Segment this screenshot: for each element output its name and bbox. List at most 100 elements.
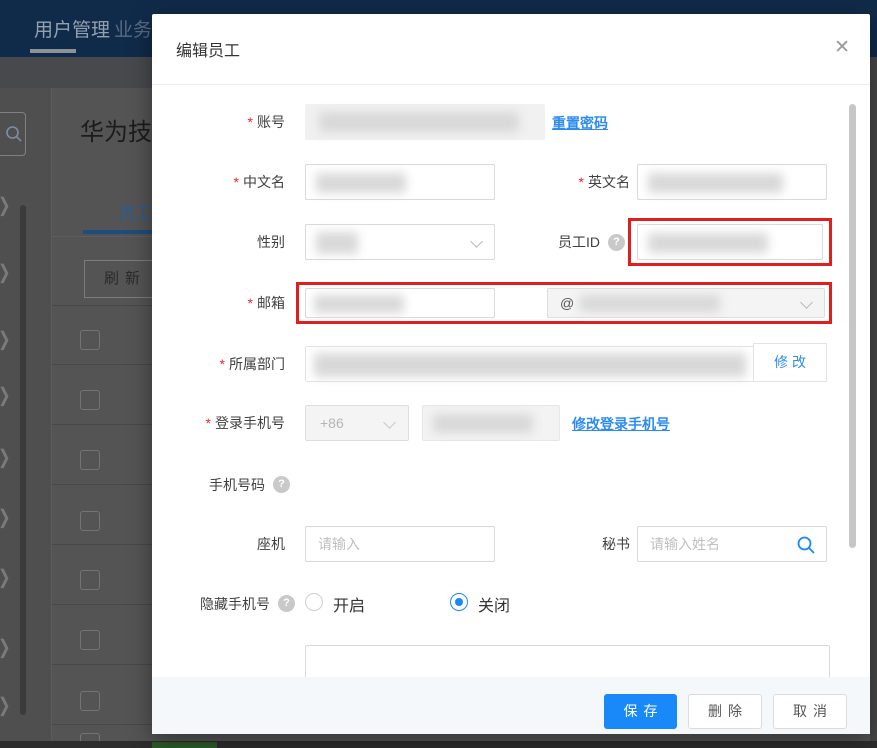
radio-off-label[interactable]: 关闭 xyxy=(478,592,510,616)
email-label: *邮箱 xyxy=(152,285,285,321)
table-row-divider xyxy=(52,305,152,306)
dialog-scrollbar[interactable] xyxy=(849,104,856,548)
row-checkbox[interactable] xyxy=(80,630,100,650)
tree-expand-chevron-icon[interactable]: ❯ xyxy=(0,260,11,283)
gender-value-redacted xyxy=(316,232,358,254)
table-row-divider xyxy=(52,724,152,725)
english-name-label: *英文名 xyxy=(497,164,630,200)
tab-active-underline xyxy=(83,230,152,234)
account-label: *账号 xyxy=(152,104,285,140)
screen: 用户管理 业务 ❯ ❯ ❯ ❯ ❯ ❯ ❯ ❯ ❯ 华为技 员工 刷新 编辑员工 ✕ *账号 xyxy=(0,0,877,748)
table-row-divider xyxy=(52,484,152,485)
reset-password-link[interactable]: 重置密码 xyxy=(552,113,608,133)
chevron-down-icon xyxy=(470,235,483,248)
help-icon[interactable]: ? xyxy=(608,234,625,251)
chevron-down-icon xyxy=(383,416,396,429)
email-local-value-redacted xyxy=(314,295,404,313)
table-row-divider xyxy=(52,664,152,665)
tree-expand-chevron-icon[interactable]: ❯ xyxy=(0,193,11,216)
page-title: 华为技 xyxy=(80,112,152,147)
secretary-label: 秘书 xyxy=(497,526,630,562)
country-code-select[interactable]: +86 xyxy=(305,405,409,441)
account-field xyxy=(305,104,545,140)
table-row-divider xyxy=(52,364,152,365)
radio-on-label[interactable]: 开启 xyxy=(333,592,365,616)
modify-login-phone-link[interactable]: 修改登录手机号 xyxy=(572,414,670,434)
required-mark: * xyxy=(248,295,253,311)
tree-expand-chevron-icon[interactable]: ❯ xyxy=(0,383,11,406)
tree-expand-chevron-icon[interactable]: ❯ xyxy=(0,693,11,716)
help-icon[interactable]: ? xyxy=(273,476,290,493)
landline-label: 座机 xyxy=(152,526,285,562)
tab-bar-divider xyxy=(52,236,152,237)
cancel-button[interactable]: 取消 xyxy=(773,694,847,729)
tree-expand-chevron-icon[interactable]: ❯ xyxy=(0,565,11,588)
email-domain-value-redacted xyxy=(580,295,720,312)
gender-label: 性别 xyxy=(152,224,285,260)
gender-select[interactable] xyxy=(305,224,495,260)
english-name-value-redacted xyxy=(648,173,783,193)
row-checkbox[interactable] xyxy=(80,390,100,410)
tree-expand-chevron-icon[interactable]: ❯ xyxy=(0,445,11,468)
chinese-name-value-redacted xyxy=(316,173,406,193)
tree-expand-chevron-icon[interactable]: ❯ xyxy=(0,635,11,658)
row-checkbox[interactable] xyxy=(80,450,100,470)
nav-tab-business[interactable]: 业务 xyxy=(114,15,152,42)
row-checkbox[interactable] xyxy=(80,511,100,531)
tree-expand-chevron-icon[interactable]: ❯ xyxy=(0,505,11,528)
country-code-value: +86 xyxy=(320,415,344,431)
required-mark: * xyxy=(234,174,239,190)
login-phone-label: *登录手机号 xyxy=(152,405,285,441)
employee-id-value-redacted xyxy=(648,233,768,253)
email-domain-prefix: @ xyxy=(560,295,574,311)
delete-button[interactable]: 删除 xyxy=(688,694,762,729)
tab-employee[interactable]: 员工 xyxy=(118,199,152,224)
email-local-input[interactable] xyxy=(305,288,495,318)
required-mark: * xyxy=(579,174,584,190)
background-green-element xyxy=(152,742,217,748)
dimmed-right-strip xyxy=(870,57,877,741)
search-icon xyxy=(5,125,23,143)
required-mark: * xyxy=(220,356,225,372)
table-row-divider xyxy=(52,544,152,545)
chinese-name-label: *中文名 xyxy=(152,164,285,200)
nav-tab-user-management[interactable]: 用户管理 xyxy=(34,15,110,42)
dialog-footer: 保存 删除 取消 xyxy=(152,677,870,734)
chevron-down-icon xyxy=(800,296,813,309)
login-phone-value-redacted xyxy=(433,414,533,433)
account-value-redacted xyxy=(319,112,519,132)
dialog-header: 编辑员工 ✕ xyxy=(152,14,870,85)
close-icon[interactable]: ✕ xyxy=(834,36,850,59)
save-button[interactable]: 保存 xyxy=(604,694,677,729)
modify-department-button[interactable]: 修改 xyxy=(753,343,827,382)
chinese-name-input[interactable] xyxy=(305,164,495,200)
row-checkbox[interactable] xyxy=(80,691,100,711)
email-domain-select[interactable]: @ xyxy=(547,288,825,318)
department-value-redacted xyxy=(314,353,746,377)
login-phone-field xyxy=(422,405,560,441)
dimmed-bottom-strip xyxy=(0,741,877,748)
help-icon[interactable]: ? xyxy=(278,595,295,612)
table-row-divider xyxy=(52,604,152,605)
tree-expand-chevron-icon[interactable]: ❯ xyxy=(0,327,11,350)
landline-input[interactable] xyxy=(306,527,494,561)
refresh-button[interactable]: 刷新 xyxy=(84,260,160,298)
landline-input-wrap xyxy=(305,526,495,562)
edit-employee-dialog: 编辑员工 ✕ *账号 重置密码 *中文名 *英文名 性别 员工ID xyxy=(152,14,870,734)
mobile-label: 手机号码 xyxy=(152,475,265,495)
row-checkbox[interactable] xyxy=(80,570,100,590)
employee-id-label: 员工ID xyxy=(497,224,600,260)
search-icon[interactable] xyxy=(796,535,816,555)
employee-id-input[interactable] xyxy=(637,224,823,260)
english-name-input[interactable] xyxy=(637,164,827,200)
sidebar-search-box[interactable] xyxy=(0,112,26,156)
table-row-divider xyxy=(52,424,152,425)
sidebar-scrollbar[interactable] xyxy=(20,205,26,715)
required-mark: * xyxy=(206,415,211,431)
row-checkbox[interactable] xyxy=(80,330,100,350)
nav-active-underline xyxy=(30,49,76,53)
department-label: *所属部门 xyxy=(152,346,285,382)
department-field xyxy=(305,346,755,382)
radio-on[interactable] xyxy=(305,593,323,611)
radio-off-selected[interactable] xyxy=(450,593,468,611)
